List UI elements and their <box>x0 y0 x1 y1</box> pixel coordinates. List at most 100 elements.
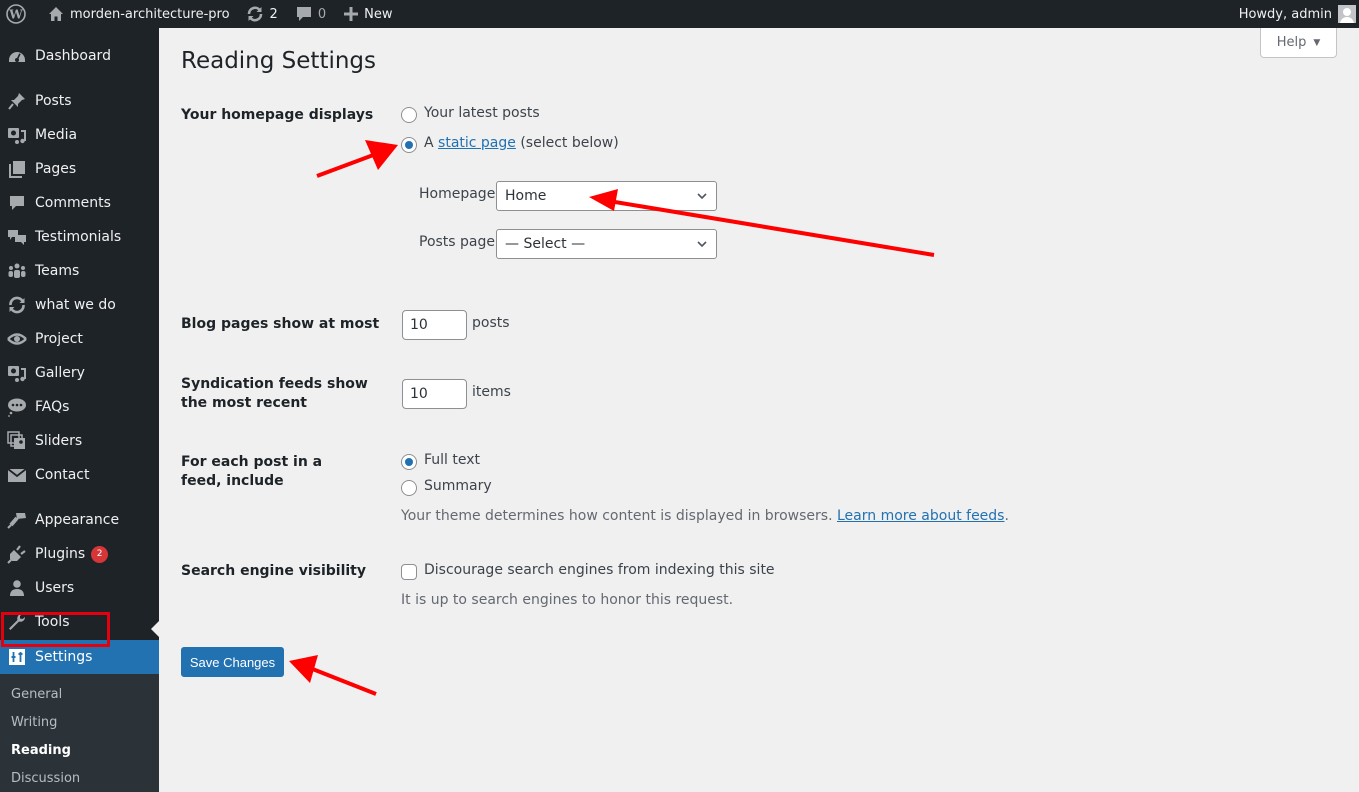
radio-static-page-label[interactable]: A static page (select below) <box>424 135 619 151</box>
new-content-link[interactable]: New <box>337 0 399 28</box>
static-page-prefix: A <box>424 135 434 151</box>
sidebar-item-label: Tools <box>35 614 70 630</box>
active-menu-pointer <box>151 621 159 637</box>
save-changes-button[interactable]: Save Changes <box>181 647 284 677</box>
sidebar-item-what-we-do[interactable]: what we do <box>0 288 159 322</box>
sidebar-item-label: Dashboard <box>35 48 111 64</box>
help-button[interactable]: Help ▼ <box>1260 28 1337 58</box>
radio-static-page[interactable] <box>401 137 417 153</box>
plus-icon <box>344 7 359 21</box>
email-icon <box>7 465 27 485</box>
search-visibility-description: It is up to search engines to honor this… <box>401 592 734 608</box>
radio-full-text-label[interactable]: Full text <box>424 452 480 468</box>
sidebar-item-label: Pages <box>35 161 77 177</box>
testimonials-icon <box>7 227 27 247</box>
sidebar-item-label: FAQs <box>35 399 70 415</box>
submenu-item-reading[interactable]: Reading <box>11 743 71 758</box>
site-name-link[interactable]: morden-architecture-pro <box>41 0 237 28</box>
plugin-updates-badge: 2 <box>91 545 109 563</box>
sidebar-item-label: Teams <box>35 263 80 279</box>
homepage-select[interactable]: Home <box>496 181 717 211</box>
learn-more-feeds-link[interactable]: Learn more about feeds <box>837 508 1004 524</box>
posts-page-select[interactable]: — Select — <box>496 229 717 259</box>
help-label: Help <box>1276 35 1307 50</box>
radio-latest-posts-label[interactable]: Your latest posts <box>424 105 540 121</box>
syndication-input[interactable]: 10 <box>402 379 467 409</box>
admin-sidebar: Dashboard Posts Media Pages Comments Tes… <box>0 28 159 792</box>
sidebar-item-label: Users <box>35 580 75 596</box>
sidebar-item-label: Media <box>35 127 78 143</box>
wrench-icon <box>7 612 27 632</box>
sidebar-item-label: Sliders <box>35 433 83 449</box>
sidebar-item-gallery[interactable]: Gallery <box>0 356 159 390</box>
radio-latest-posts[interactable] <box>401 107 417 123</box>
sidebar-item-label: Appearance <box>35 512 120 528</box>
caret-down-icon: ▼ <box>1313 37 1321 48</box>
sidebar-item-pages[interactable]: Pages <box>0 152 159 186</box>
sidebar-item-label: what we do <box>35 297 116 313</box>
sidebar-item-sliders[interactable]: Sliders <box>0 424 159 458</box>
comments-count: 0 <box>317 6 327 22</box>
discourage-search-checkbox[interactable] <box>401 564 417 580</box>
sidebar-item-plugins[interactable]: Plugins 2 <box>0 537 159 571</box>
svg-text:W: W <box>8 8 23 22</box>
home-icon <box>48 6 64 22</box>
sidebar-item-settings[interactable]: Settings <box>0 640 159 674</box>
dashboard-icon <box>7 46 27 66</box>
posts-page-select-label: Posts page: <box>419 234 500 250</box>
sidebar-item-teams[interactable]: Teams <box>0 254 159 288</box>
discourage-search-label[interactable]: Discourage search engines from indexing … <box>424 562 775 578</box>
sidebar-item-tools[interactable]: Tools <box>0 605 159 639</box>
user-icon <box>7 578 27 598</box>
comment-icon <box>296 6 312 22</box>
sidebar-item-label: Comments <box>35 195 111 211</box>
submenu-item-general[interactable]: General <box>11 687 62 702</box>
groups-icon <box>7 261 27 281</box>
visibility-icon <box>7 329 27 349</box>
sidebar-item-comments[interactable]: Comments <box>0 186 159 220</box>
images-icon <box>7 431 27 451</box>
my-account-link[interactable]: Howdy, admin <box>1239 5 1359 23</box>
sidebar-item-faqs[interactable]: FAQs <box>0 390 159 424</box>
sidebar-item-label: Settings <box>35 649 93 665</box>
sidebar-item-label: Gallery <box>35 365 85 381</box>
blog-pages-input[interactable]: 10 <box>402 310 467 340</box>
sidebar-item-project[interactable]: Project <box>0 322 159 356</box>
updates-link[interactable]: 2 <box>239 0 285 28</box>
posts-page-select-value: — Select — <box>505 236 586 252</box>
sidebar-item-testimonials[interactable]: Testimonials <box>0 220 159 254</box>
sidebar-item-appearance[interactable]: Appearance <box>0 503 159 537</box>
static-page-suffix: (select below) <box>520 135 619 151</box>
sidebar-item-dashboard[interactable]: Dashboard <box>0 39 159 73</box>
radio-summary-label[interactable]: Summary <box>424 478 492 494</box>
submenu-item-writing[interactable]: Writing <box>11 715 57 730</box>
sidebar-item-users[interactable]: Users <box>0 571 159 605</box>
submenu-item-discussion[interactable]: Discussion <box>11 771 80 786</box>
sidebar-item-posts[interactable]: Posts <box>0 84 159 118</box>
static-page-link[interactable]: static page <box>438 135 516 151</box>
greeting: Howdy, admin <box>1238 6 1332 22</box>
site-name: morden-architecture-pro <box>70 6 230 22</box>
feed-description: Your theme determines how content is dis… <box>401 508 1009 524</box>
settings-submenu: General Writing Reading Discussion <box>0 674 159 792</box>
chevron-down-icon <box>697 241 707 248</box>
syndication-label: Syndication feeds show the most recent <box>181 376 368 411</box>
sidebar-item-label: Contact <box>35 467 90 483</box>
settings-icon <box>7 647 27 667</box>
new-label: New <box>364 6 393 22</box>
radio-full-text[interactable] <box>401 454 417 470</box>
wordpress-logo-button[interactable]: W <box>0 0 33 28</box>
arrow-to-save-button-icon <box>289 655 377 696</box>
sidebar-item-contact[interactable]: Contact <box>0 458 159 492</box>
feed-content-label: For each post in a feed, include <box>181 454 323 489</box>
sidebar-item-label: Project <box>35 331 83 347</box>
updates-count: 2 <box>269 6 278 22</box>
comment-icon <box>7 193 27 213</box>
media-icon <box>7 363 27 383</box>
avatar <box>1338 5 1356 23</box>
comments-link[interactable]: 0 <box>289 0 333 28</box>
radio-summary[interactable] <box>401 480 417 496</box>
plugin-icon <box>7 544 27 564</box>
chat-bubble-icon <box>7 397 27 417</box>
sidebar-item-media[interactable]: Media <box>0 118 159 152</box>
